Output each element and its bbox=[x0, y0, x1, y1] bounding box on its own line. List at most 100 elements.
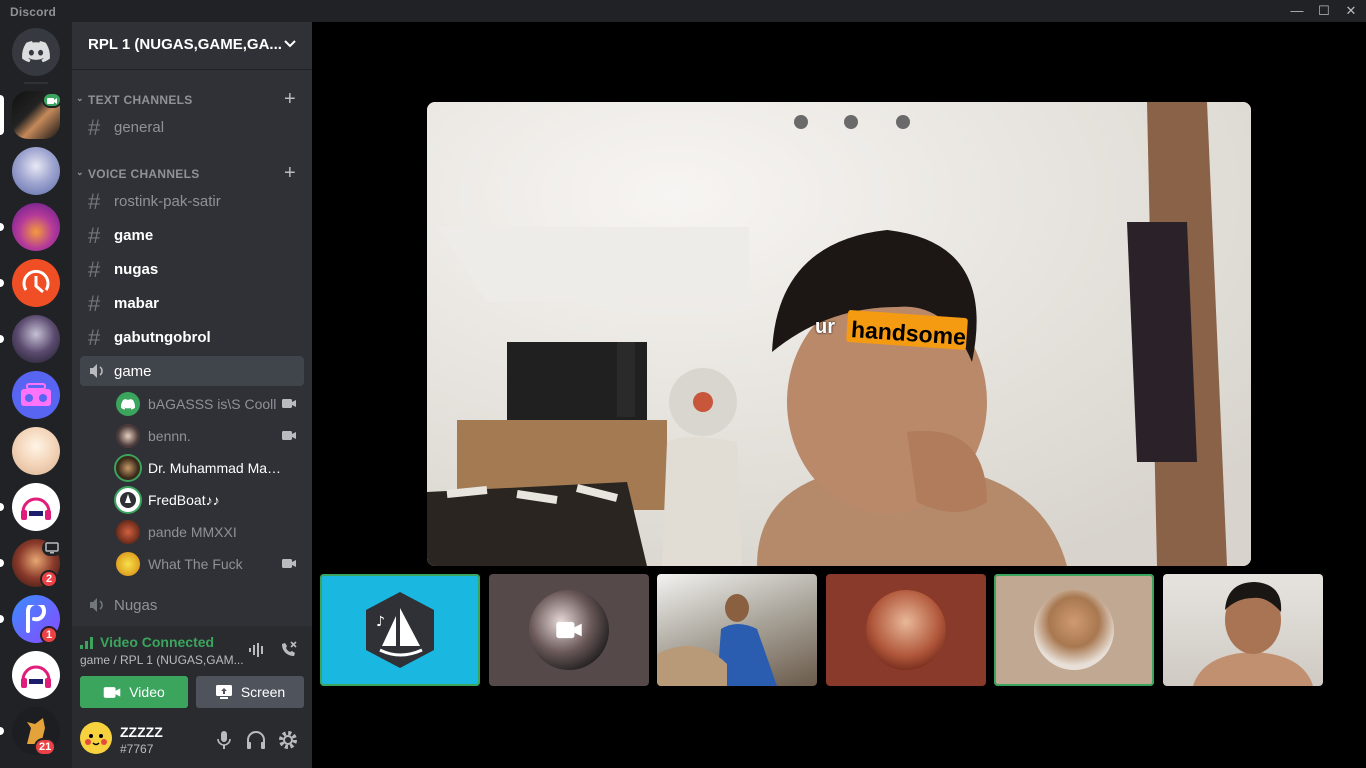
voice-user[interactable]: bAGASSS is\S Cooll bbox=[116, 390, 304, 418]
mention-badge: 21 bbox=[34, 738, 57, 756]
unread-pill bbox=[0, 503, 4, 511]
camera-icon bbox=[556, 621, 582, 639]
channel-gabutngobrol[interactable]: # gabutngobrol bbox=[80, 322, 304, 352]
channel-label: rostink-pak-satir bbox=[114, 193, 221, 210]
voice-user[interactable]: What The Fuck bbox=[116, 550, 304, 578]
microphone-icon[interactable] bbox=[216, 730, 232, 755]
headphones-icon[interactable] bbox=[246, 730, 266, 755]
hash-icon: # bbox=[88, 223, 101, 248]
headphones-music-icon bbox=[21, 665, 51, 688]
channel-label: game bbox=[114, 363, 152, 380]
voice-user-name: FredBoat♪♪ bbox=[148, 492, 220, 508]
channel-rostink-pak-satir[interactable]: # rostink-pak-satir bbox=[80, 186, 304, 216]
camera-icon bbox=[282, 559, 296, 568]
server-rail: 2 1 21 bbox=[0, 22, 72, 768]
speaker-icon bbox=[88, 363, 106, 383]
disconnect-icon[interactable] bbox=[278, 640, 298, 665]
server-music-2[interactable] bbox=[12, 651, 60, 699]
gear-icon[interactable] bbox=[278, 730, 298, 755]
screen-share-button[interactable]: Screen bbox=[196, 676, 304, 708]
avatar bbox=[116, 520, 140, 544]
channel-sidebar: RPL 1 (NUGAS,GAME,GA... ⌄ TEXT CHANNELS … bbox=[72, 22, 312, 768]
user-tag: #7767 bbox=[120, 742, 154, 756]
username: ZZZZZ bbox=[120, 724, 163, 740]
participant-tile-video-6[interactable] bbox=[1163, 574, 1323, 686]
voice-user[interactable]: bennn. bbox=[116, 422, 304, 450]
unread-pill bbox=[0, 727, 4, 735]
unread-pill bbox=[0, 615, 4, 623]
avatar[interactable] bbox=[80, 722, 112, 754]
connection-status: Video Connected bbox=[100, 634, 215, 650]
participant-tile-pande[interactable] bbox=[826, 574, 986, 686]
voice-channel-game[interactable]: game bbox=[80, 356, 304, 386]
camera-icon bbox=[282, 431, 296, 440]
chevron-down-icon: ⌄ bbox=[76, 167, 84, 177]
channel-nugas[interactable]: # nugas bbox=[80, 254, 304, 284]
server-avatar-4[interactable] bbox=[12, 259, 60, 307]
noise-suppression-icon[interactable] bbox=[248, 642, 266, 663]
close-button[interactable]: ✕ bbox=[1338, 2, 1364, 20]
hash-icon: # bbox=[88, 189, 101, 214]
caption-prefix: ur bbox=[815, 316, 835, 338]
avatar bbox=[116, 424, 140, 448]
channel-game-text[interactable]: # game bbox=[80, 220, 304, 250]
chevron-down-icon: ⌄ bbox=[76, 93, 84, 103]
category-label: TEXT CHANNELS bbox=[88, 93, 193, 107]
channel-label: Nugas bbox=[114, 597, 158, 614]
channel-label: gabutngobrol bbox=[114, 329, 211, 346]
server-avatar-5[interactable] bbox=[12, 315, 60, 363]
unread-pill bbox=[0, 279, 4, 287]
circle-logo-icon bbox=[22, 269, 50, 294]
participant-tile-fredboat[interactable]: ♪ bbox=[320, 574, 480, 686]
participant-tile-bennn[interactable] bbox=[489, 574, 649, 686]
channel-label: game bbox=[114, 227, 154, 244]
video-button[interactable]: Video bbox=[80, 676, 188, 708]
server-avatar-6[interactable] bbox=[12, 371, 60, 419]
fredboat-logo-icon: ♪ bbox=[366, 592, 434, 668]
server-avatar-2[interactable] bbox=[12, 147, 60, 195]
voice-user[interactable]: Dr. Muhammad Made m... bbox=[116, 454, 304, 482]
main-video-feed[interactable]: ur handsome bbox=[427, 102, 1251, 566]
hash-icon: # bbox=[88, 291, 101, 316]
server-music-1[interactable] bbox=[12, 483, 60, 531]
channel-label: nugas bbox=[114, 261, 159, 278]
server-avatar-7[interactable] bbox=[12, 427, 60, 475]
voice-user[interactable]: FredBoat♪♪ bbox=[116, 486, 304, 514]
screen-share-icon bbox=[42, 540, 62, 556]
participant-tile-video-3[interactable] bbox=[657, 574, 817, 686]
voice-user-name: bennn. bbox=[148, 428, 191, 444]
voice-channel-nugas[interactable]: Nugas bbox=[80, 590, 304, 620]
channel-label: mabar bbox=[114, 295, 160, 312]
user-panel: ZZZZZ #7767 bbox=[72, 712, 312, 768]
connection-location[interactable]: game / RPL 1 (NUGAS,GAM... bbox=[80, 653, 244, 667]
channel-mabar[interactable]: # mabar bbox=[80, 288, 304, 318]
screen-share-icon bbox=[215, 685, 232, 699]
unread-pill bbox=[0, 223, 4, 231]
home-button[interactable] bbox=[12, 28, 60, 76]
hash-icon: # bbox=[88, 115, 101, 140]
add-channel-icon[interactable]: + bbox=[284, 88, 296, 111]
unread-pill bbox=[0, 559, 4, 567]
avatar bbox=[866, 590, 946, 670]
channel-general[interactable]: # general bbox=[80, 112, 304, 142]
signal-icon bbox=[80, 636, 94, 654]
hash-icon: # bbox=[88, 325, 101, 350]
add-channel-icon[interactable]: + bbox=[284, 162, 296, 185]
minimize-button[interactable]: — bbox=[1284, 2, 1310, 20]
server-avatar-3[interactable] bbox=[12, 203, 60, 251]
category-voice-channels[interactable]: ⌄ VOICE CHANNELS + bbox=[72, 162, 312, 185]
unread-pill bbox=[0, 335, 4, 343]
voice-user[interactable]: pande MMXXI bbox=[116, 518, 304, 546]
mention-badge: 2 bbox=[40, 570, 58, 588]
avatar bbox=[116, 552, 140, 576]
mention-badge: 1 bbox=[40, 626, 58, 644]
title-bar: Discord — ☐ ✕ bbox=[0, 0, 1366, 22]
maximize-button[interactable]: ☐ bbox=[1311, 2, 1337, 20]
guild-header[interactable]: RPL 1 (NUGAS,GAME,GA... bbox=[72, 22, 312, 70]
svg-text:♪: ♪ bbox=[376, 614, 385, 630]
avatar bbox=[1034, 590, 1114, 670]
participant-tile-dr-muhammad[interactable] bbox=[994, 574, 1154, 686]
voice-user-name: What The Fuck bbox=[148, 556, 243, 572]
voice-user-name: bAGASSS is\S Cooll bbox=[148, 396, 277, 412]
category-text-channels[interactable]: ⌄ TEXT CHANNELS + bbox=[72, 88, 312, 111]
